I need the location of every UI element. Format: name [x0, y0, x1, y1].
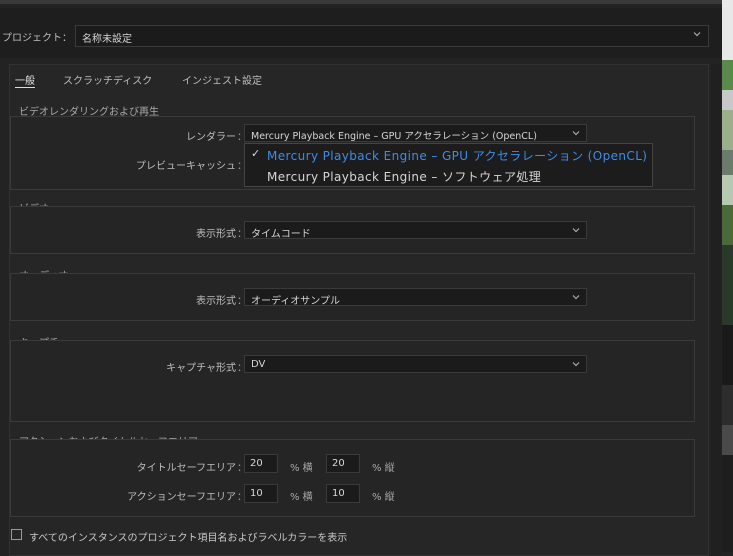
renderer-option-gpu-label: Mercury Playback Engine – GPU アクセラレーション … — [267, 149, 648, 163]
project-settings-dialog: プロジェクト： 名称未設定 一般 スクラッチディスク インジェスト設定 ビデオレ… — [0, 0, 722, 556]
video-display-format-label: 表示形式 — [196, 229, 236, 240]
chevron-down-icon — [571, 128, 581, 138]
renderer-label: レンダラー — [186, 132, 236, 143]
action-safe-horizontal-input[interactable]: 10 — [244, 484, 278, 503]
preview-cache-label: プレビューキャッシュ — [136, 161, 236, 172]
project-select[interactable]: 名称未設定 — [75, 25, 709, 47]
safe-area-group — [10, 439, 695, 517]
action-safe-label: アクションセーフエリア — [127, 492, 236, 503]
title-safe-vertical-input[interactable]: 20 — [326, 454, 360, 473]
action-safe-horizontal-unit: % 横 — [290, 492, 313, 503]
audio-display-format-dropdown[interactable]: オーディオサンプル — [244, 288, 587, 307]
capture-format-label: キャプチャ形式 — [166, 363, 236, 374]
chevron-down-icon — [571, 292, 581, 302]
audio-display-format-value: オーディオサンプル — [251, 296, 340, 307]
capture-group — [10, 340, 695, 422]
title-safe-horizontal-input[interactable]: 20 — [244, 454, 278, 473]
action-safe-vertical-unit: % 縦 — [372, 492, 395, 503]
renderer-option-software[interactable]: Mercury Playback Engine – ソフトウェア処理 — [245, 166, 652, 186]
project-select-value: 名称未設定 — [82, 34, 132, 45]
action-safe-vertical-value: 10 — [332, 488, 345, 499]
video-display-format-dropdown[interactable]: タイムコード — [244, 221, 587, 240]
title-safe-vertical-value: 20 — [332, 458, 345, 469]
renderer-option-gpu[interactable]: ✓ Mercury Playback Engine – GPU アクセラレーショ… — [245, 145, 652, 165]
chevron-down-icon — [571, 359, 581, 369]
title-safe-horizontal-value: 20 — [250, 458, 263, 469]
audio-display-format-label: 表示形式 — [196, 296, 236, 307]
renderer-option-software-label: Mercury Playback Engine – ソフトウェア処理 — [267, 170, 542, 184]
tab-general[interactable]: 一般 — [15, 72, 35, 87]
renderer-options-popup: ✓ Mercury Playback Engine – GPU アクセラレーショ… — [244, 143, 653, 187]
title-safe-label: タイトルセーフエリア — [136, 463, 236, 474]
capture-format-dropdown[interactable]: DV — [244, 355, 587, 373]
project-label: プロジェクト： — [2, 33, 72, 44]
background-window-edge — [722, 0, 733, 552]
checkmark-icon: ✓ — [251, 147, 261, 160]
tab-scratch-disks[interactable]: スクラッチディスク — [63, 72, 152, 87]
tab-ingest-settings[interactable]: インジェスト設定 — [182, 72, 262, 87]
renderer-dropdown[interactable]: Mercury Playback Engine – GPU アクセラレーション … — [244, 124, 587, 142]
action-safe-horizontal-value: 10 — [250, 488, 263, 499]
title-safe-vertical-unit: % 縦 — [372, 463, 395, 474]
action-safe-vertical-input[interactable]: 10 — [326, 484, 360, 503]
chevron-down-icon — [571, 225, 581, 235]
chevron-down-icon — [692, 29, 702, 39]
project-header: プロジェクト： 名称未設定 — [0, 8, 722, 58]
title-safe-horizontal-unit: % 横 — [290, 463, 313, 474]
show-label-colors-checkbox[interactable] — [11, 529, 22, 540]
show-label-colors-label[interactable]: すべてのインスタンスのプロジェクト項目名およびラベルカラーを表示 — [29, 529, 347, 544]
video-display-format-value: タイムコード — [251, 229, 311, 240]
vertical-scrollbar[interactable] — [711, 64, 721, 556]
capture-format-value: DV — [251, 359, 266, 370]
renderer-dropdown-value: Mercury Playback Engine – GPU アクセラレーション … — [251, 131, 537, 142]
active-tab-indicator — [15, 87, 35, 88]
